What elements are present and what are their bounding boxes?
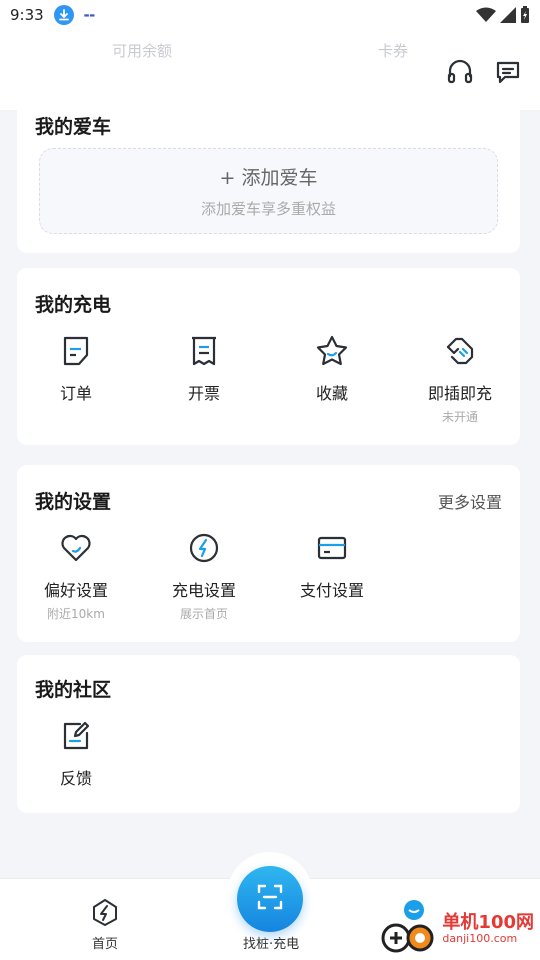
add-car-label: + 添加爱车 bbox=[219, 167, 318, 189]
battery-icon bbox=[521, 6, 529, 23]
my-settings-title: 我的设置 bbox=[35, 491, 112, 513]
order-icon bbox=[59, 334, 93, 368]
charging-settings-item[interactable]: 充电设置 展示首页 bbox=[140, 531, 268, 622]
watermark-url: danji100.com bbox=[442, 932, 518, 946]
invoice-label: 开票 bbox=[187, 384, 220, 403]
plug-icon bbox=[443, 334, 477, 368]
my-community-title: 我的社区 bbox=[35, 679, 112, 701]
add-car-subtitle: 添加爱车享多重权益 bbox=[200, 200, 336, 218]
message-icon[interactable] bbox=[494, 58, 522, 86]
tab-home-label: 首页 bbox=[91, 937, 118, 952]
favorites-item[interactable]: 收藏 bbox=[268, 334, 396, 404]
home-icon bbox=[90, 897, 120, 931]
charging-settings-sub: 展示首页 bbox=[179, 607, 228, 621]
headset-icon[interactable] bbox=[446, 58, 474, 86]
watermark: 单机100网 danji100.com bbox=[376, 896, 534, 960]
payment-settings-item[interactable]: 支付设置 bbox=[268, 531, 396, 601]
bolt-icon bbox=[187, 531, 221, 565]
header-actions bbox=[446, 58, 522, 86]
payment-settings-label: 支付设置 bbox=[299, 581, 364, 600]
preference-settings-sub: 附近10km bbox=[47, 607, 105, 621]
my-car-title: 我的爱车 bbox=[35, 116, 112, 138]
plug-and-charge-status: 未开通 bbox=[441, 410, 478, 424]
feedback-item[interactable]: 反馈 bbox=[12, 719, 140, 789]
tab-home[interactable]: 首页 bbox=[90, 897, 120, 952]
coupon-label[interactable]: 卡券 bbox=[378, 40, 408, 61]
order-item[interactable]: 订单 bbox=[12, 334, 140, 404]
my-charging-title: 我的充电 bbox=[35, 294, 112, 316]
my-settings-card: 我的设置 更多设置 偏好设置 附近10km 充电设置 展示首页 支付设置 bbox=[17, 465, 520, 642]
app-notification-icon: ▬▬ bbox=[83, 11, 96, 19]
signal-icon bbox=[500, 7, 516, 23]
scan-icon bbox=[256, 883, 284, 915]
feedback-label: 反馈 bbox=[59, 769, 92, 788]
invoice-item[interactable]: 开票 bbox=[140, 334, 268, 404]
balance-label[interactable]: 可用余额 bbox=[112, 40, 172, 61]
watermark-name: 单机100网 bbox=[442, 911, 534, 933]
feedback-icon bbox=[59, 719, 93, 753]
plug-and-charge-label: 即插即充 bbox=[427, 384, 492, 403]
card-icon bbox=[315, 531, 349, 565]
order-label: 订单 bbox=[59, 384, 92, 403]
preference-settings-label: 偏好设置 bbox=[43, 581, 108, 600]
preference-settings-item[interactable]: 偏好设置 附近10km bbox=[12, 531, 140, 622]
download-icon bbox=[53, 5, 74, 25]
system-icons bbox=[476, 6, 530, 24]
my-community-card: 我的社区 反馈 bbox=[17, 655, 520, 813]
status-bar: 9:33 ▬▬ bbox=[0, 0, 540, 30]
star-icon bbox=[315, 334, 349, 368]
add-car-button[interactable]: + 添加爱车 添加爱车享多重权益 bbox=[39, 148, 498, 234]
wifi-icon bbox=[476, 7, 496, 22]
favorites-label: 收藏 bbox=[315, 384, 348, 403]
watermark-logo-icon bbox=[376, 896, 438, 960]
heart-icon bbox=[59, 531, 93, 565]
invoice-icon bbox=[187, 334, 221, 368]
my-charging-card: 我的充电 订单 开票 收藏 即插即充 未开通 bbox=[17, 268, 520, 445]
status-time: 9:33 bbox=[10, 6, 44, 24]
charging-settings-label: 充电设置 bbox=[171, 581, 236, 600]
scan-button[interactable] bbox=[237, 866, 303, 932]
my-car-card: 我的爱车 + 添加爱车 添加爱车享多重权益 bbox=[17, 96, 520, 253]
plug-and-charge-item[interactable]: 即插即充 未开通 bbox=[396, 334, 524, 425]
more-settings-link[interactable]: 更多设置 bbox=[438, 489, 502, 513]
